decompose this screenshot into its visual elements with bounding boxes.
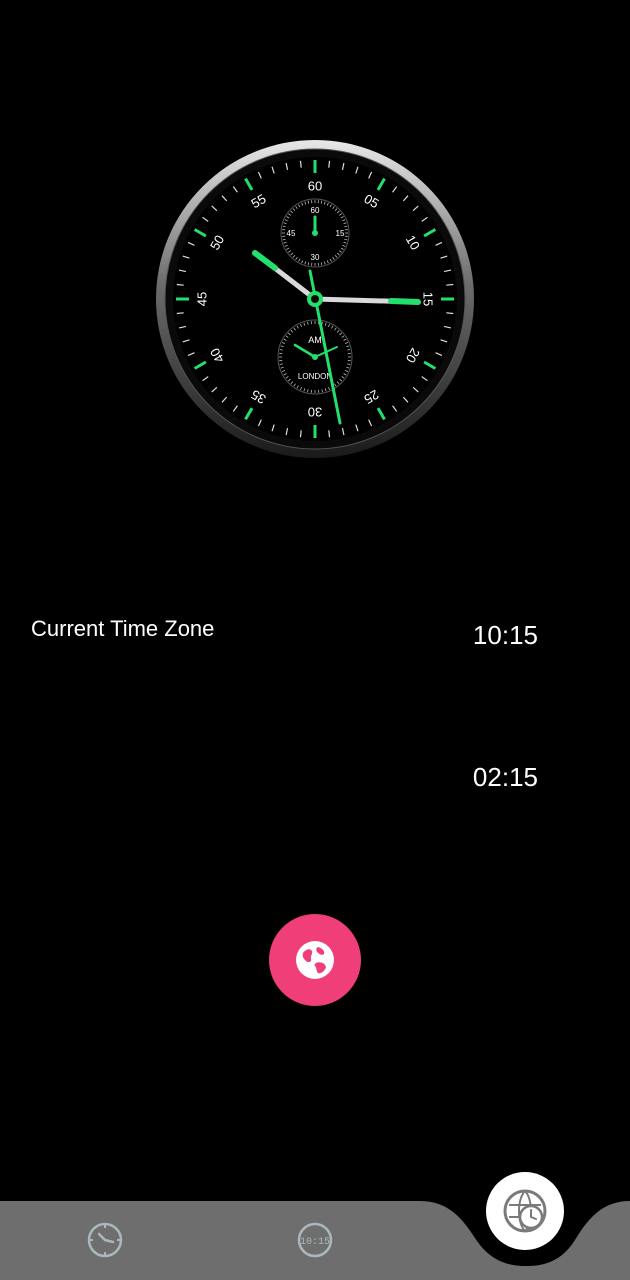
digital-clock-icon: 10:15 xyxy=(297,1222,333,1258)
timezone-time: 02:15 xyxy=(472,762,538,792)
subdial-top-30: 30 xyxy=(311,253,320,262)
clock-tick xyxy=(176,283,184,286)
subdial-top-60: 60 xyxy=(311,206,320,215)
world-clock-icon xyxy=(503,1189,547,1233)
clock-tick xyxy=(328,160,331,168)
clock-tick xyxy=(328,430,331,438)
nav-clock[interactable] xyxy=(83,1218,127,1262)
subdial-top-45: 45 xyxy=(287,229,296,238)
clock-tick xyxy=(446,312,454,315)
timezone-row[interactable]: 02:15 xyxy=(0,746,630,806)
clock-numeral: 60 xyxy=(308,178,322,193)
nav-world-clock[interactable] xyxy=(486,1172,564,1250)
bottom-navigation: 10:15 xyxy=(0,1170,630,1280)
clock-tick xyxy=(299,160,302,168)
analog-clock-icon xyxy=(87,1222,123,1258)
globe-icon xyxy=(296,941,334,979)
add-timezone-button[interactable] xyxy=(269,914,361,1006)
subdial-top-15: 15 xyxy=(336,229,345,238)
subdial-city: LONDON xyxy=(298,372,332,381)
bottom-subdial: AM LONDON xyxy=(277,319,353,395)
timezone-time: 10:15 xyxy=(472,620,538,650)
nav-digital-clock[interactable]: 10:15 xyxy=(293,1218,337,1262)
top-subdial: 60 15 30 45 xyxy=(280,198,350,268)
clock-numeral: 45 xyxy=(194,292,209,306)
clock-numeral: 30 xyxy=(308,405,322,420)
clock-tick xyxy=(446,283,454,286)
clock-tick xyxy=(299,430,302,438)
clock-numeral: 15 xyxy=(421,292,436,306)
analog-clock-face: 600510152025303540455055 60 15 30 45 AM … xyxy=(156,140,474,458)
clock-tick xyxy=(176,312,184,315)
timezone-row[interactable]: Current Time Zone 10:15 xyxy=(0,604,630,664)
timezone-label: Current Time Zone xyxy=(31,616,215,641)
analog-clock: 60 05 10 15 20 25 30 35 40 45 50 55 60 15 30 45 AM … xyxy=(155,138,475,460)
digital-clock-icon-text: 10:15 xyxy=(300,1237,330,1248)
subdial-ampm: AM xyxy=(308,335,322,345)
